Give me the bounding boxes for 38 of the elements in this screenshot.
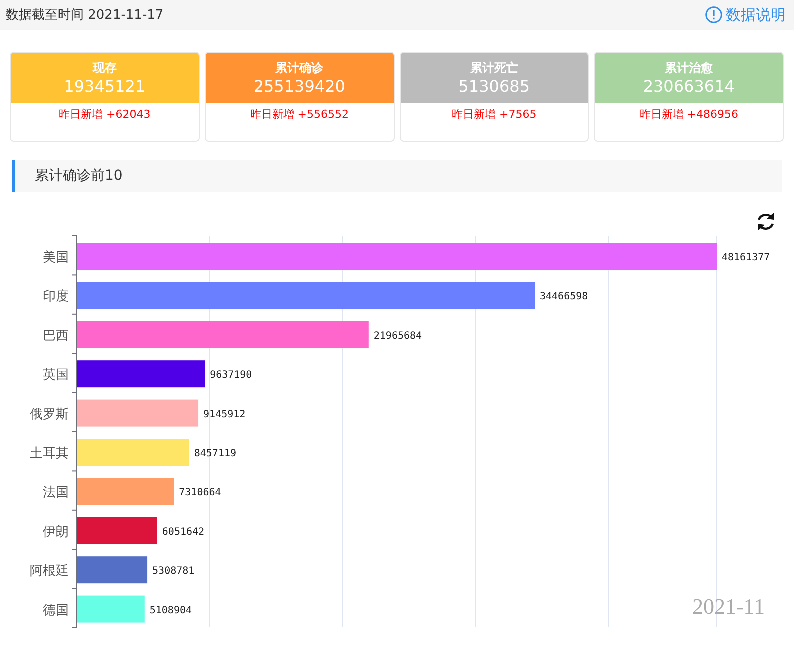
section-title: 累计确诊前10 <box>35 167 123 185</box>
country-label: 法国 <box>43 486 69 501</box>
bar-value: 9145912 <box>204 409 246 420</box>
data-info-link[interactable]: 数据说明 <box>705 6 786 24</box>
stat-title: 现存 <box>92 60 117 77</box>
bar-value: 34466598 <box>540 292 588 303</box>
country-label: 俄罗斯 <box>30 407 69 422</box>
country-label: 英国 <box>43 368 69 384</box>
country-label: 巴西 <box>43 328 69 344</box>
bar-value: 21965684 <box>374 330 422 342</box>
country-label: 德国 <box>43 603 69 618</box>
stat-delta: 昨日新增 +556552 <box>249 107 350 122</box>
bar-value: 9637190 <box>210 370 252 382</box>
country-label: 伊朗 <box>43 524 69 540</box>
stat-value: 255139420 <box>254 77 346 96</box>
stat-title: 累计死亡 <box>470 60 518 77</box>
bar-value: 6051642 <box>162 526 205 538</box>
stat-value: 5130685 <box>458 77 530 96</box>
country-label: 印度 <box>43 290 69 305</box>
stat-title: 累计治愈 <box>665 60 714 77</box>
bar-value: 7310664 <box>179 488 222 499</box>
country-label: 阿根廷 <box>30 564 69 580</box>
refresh-icon[interactable] <box>758 213 774 231</box>
bar-value: 8457119 <box>194 448 237 460</box>
bar-value: 48161377 <box>722 252 770 264</box>
timeline-label: 2021-11 <box>692 594 765 619</box>
stat-delta: 昨日新增 +7565 <box>451 107 538 122</box>
stat-title: 累计确诊 <box>276 60 324 77</box>
stat-value: 230663614 <box>643 77 735 96</box>
country-label: 土耳其 <box>30 446 69 462</box>
bar-value: 5308781 <box>152 566 195 578</box>
bar-value: 5108904 <box>150 605 192 616</box>
stat-value: 19345121 <box>64 77 146 96</box>
country-label: 美国 <box>43 250 69 266</box>
stat-delta: 昨日新增 +486956 <box>638 107 740 122</box>
update-time: 数据截至时间 2021-11-17 <box>6 7 164 24</box>
info-icon <box>705 6 723 24</box>
stat-delta: 昨日新增 +62043 <box>58 107 152 122</box>
